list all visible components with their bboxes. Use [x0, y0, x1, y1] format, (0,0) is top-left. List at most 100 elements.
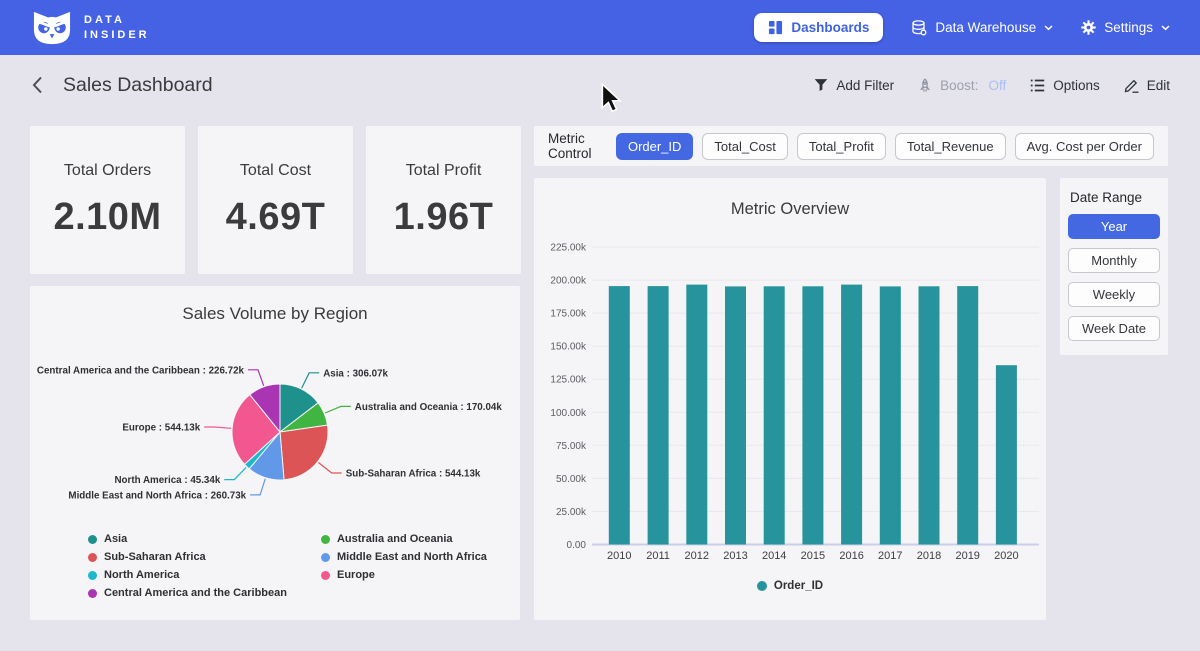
legend-item-europe[interactable]: Europe	[321, 569, 487, 581]
legend-label: Central America and the Caribbean	[104, 587, 287, 599]
back-button[interactable]	[30, 74, 45, 96]
top-nav: DATA INSIDER Dashboards	[0, 0, 1200, 55]
pie-label-north-america: North America : 45.34k	[114, 475, 220, 486]
pie-chart: Asia : 306.07k Australia and Oceania : 17…	[30, 334, 520, 534]
date-range-button-weekly[interactable]: Weekly	[1068, 282, 1160, 307]
data-warehouse-menu[interactable]: Data Warehouse	[911, 20, 1053, 36]
x-axis-tick: 2020	[994, 550, 1018, 562]
bar-2020[interactable]	[996, 365, 1017, 544]
legend-item-middle-east-and-north-africa[interactable]: Middle East and North Africa	[321, 551, 487, 563]
dashboards-label: Dashboards	[791, 20, 869, 35]
metric-button-avg-cost-per-order[interactable]: Avg. Cost per Order	[1015, 133, 1154, 160]
bar-2015[interactable]	[802, 286, 823, 544]
y-axis-tick: 50.00k	[556, 474, 587, 485]
date-range-button-week-date[interactable]: Week Date	[1068, 316, 1160, 341]
y-axis-tick: 0.00	[567, 540, 587, 551]
pie-label-europe: Europe : 544.13k	[122, 423, 200, 434]
kpi-value: 4.69T	[226, 196, 326, 239]
options-button[interactable]: Options	[1030, 78, 1100, 93]
bar-2014[interactable]	[764, 286, 785, 544]
y-axis-tick: 100.00k	[550, 408, 587, 419]
edit-label: Edit	[1147, 78, 1170, 93]
pie-label-central-america-and-the-caribbean: Central America and the Caribbean : 226.…	[37, 365, 245, 376]
legend-dot	[321, 535, 330, 544]
legend-dot	[321, 553, 330, 562]
legend-label: Middle East and North Africa	[337, 551, 487, 563]
boost-label: Boost:	[940, 78, 978, 93]
pie-slice-sub-saharan-africa[interactable]	[280, 425, 328, 480]
edit-button[interactable]: Edit	[1124, 78, 1170, 93]
kpi-label: Total Cost	[240, 162, 311, 180]
legend-dot	[88, 535, 97, 544]
bar-2019[interactable]	[957, 286, 978, 544]
x-axis-tick: 2016	[839, 550, 863, 562]
metric-button-total-revenue[interactable]: Total_Revenue	[895, 133, 1006, 160]
boost-toggle[interactable]: Boost:Off	[918, 78, 1006, 93]
legend-item-australia-and-oceania[interactable]: Australia and Oceania	[321, 533, 487, 545]
kpi-value: 2.10M	[53, 196, 161, 239]
x-axis-tick: 2015	[801, 550, 825, 562]
settings-label: Settings	[1104, 20, 1153, 35]
date-range-button-group: Year Monthly Weekly Week Date	[1068, 214, 1160, 341]
y-axis-tick: 225.00k	[550, 243, 587, 254]
gear-icon	[1081, 20, 1096, 35]
date-range-button-year[interactable]: Year	[1068, 214, 1160, 239]
bar-2010[interactable]	[609, 286, 630, 544]
bar-2013[interactable]	[725, 286, 746, 544]
legend-label: North America	[104, 569, 179, 581]
legend-dot	[321, 571, 330, 580]
legend-item-central-america-and-the-caribbean[interactable]: Central America and the Caribbean	[88, 587, 287, 599]
chevron-left-icon	[32, 76, 43, 94]
bar-2016[interactable]	[841, 285, 862, 545]
metric-control-bar: Metric Control Order_ID Total_Cost Total_P…	[534, 126, 1168, 166]
pie-leader-line	[204, 427, 231, 428]
x-axis-tick: 2017	[878, 550, 902, 562]
dashboard-grid-icon	[768, 20, 783, 35]
metric-button-order-id[interactable]: Order_ID	[616, 133, 693, 160]
bar-2012[interactable]	[686, 285, 707, 545]
kpi-label: Total Profit	[406, 162, 482, 180]
legend-item-order-id[interactable]: Order_ID	[757, 580, 823, 592]
pencil-icon	[1124, 78, 1139, 93]
add-filter-label: Add Filter	[836, 78, 894, 93]
date-range-button-monthly[interactable]: Monthly	[1068, 248, 1160, 273]
filter-icon	[814, 78, 828, 92]
bar-chart-title: Metric Overview	[534, 178, 1046, 219]
pie-label-australia-and-oceania: Australia and Oceania : 170.04k	[355, 402, 503, 413]
kpi-card-total-profit: Total Profit 1.96T	[366, 126, 521, 274]
legend-item-sub-saharan-africa[interactable]: Sub-Saharan Africa	[88, 551, 287, 563]
sales-volume-card: Sales Volume by Region Asia : 306.07k Aus…	[30, 286, 520, 620]
top-nav-menu: Dashboards Data Warehouse	[754, 13, 1170, 42]
y-axis-tick: 200.00k	[550, 276, 587, 287]
legend-item-north-america[interactable]: North America	[88, 569, 287, 581]
settings-menu[interactable]: Settings	[1081, 20, 1170, 35]
page: DATA INSIDER Dashboards	[0, 0, 1200, 651]
pie-label-middle-east-and-north-africa: Middle East and North Africa : 260.73k	[68, 490, 246, 501]
legend-item-asia[interactable]: Asia	[88, 533, 287, 545]
page-header: Sales Dashboard Add Filter Boost:Off	[0, 55, 1200, 115]
add-filter-button[interactable]: Add Filter	[814, 78, 894, 93]
bar-chart: 0.0025.00k50.00k75.00k100.00k125.00k150.…	[534, 233, 1046, 573]
bar-2018[interactable]	[919, 286, 940, 544]
pie-label-asia: Asia : 306.07k	[323, 368, 388, 379]
bar-2017[interactable]	[880, 286, 901, 544]
pie-leader-line	[224, 467, 246, 479]
dashboards-button[interactable]: Dashboards	[754, 13, 883, 42]
options-label: Options	[1053, 78, 1100, 93]
brand[interactable]: DATA INSIDER	[30, 9, 150, 47]
pie-leader-line	[318, 463, 341, 474]
legend-label: Australia and Oceania	[337, 533, 453, 545]
metric-button-total-cost[interactable]: Total_Cost	[702, 133, 787, 160]
x-axis-tick: 2011	[646, 550, 670, 562]
pie-chart-title: Sales Volume by Region	[30, 286, 520, 324]
legend-label: Europe	[337, 569, 375, 581]
data-warehouse-label: Data Warehouse	[935, 20, 1036, 35]
pie-leader-line	[325, 406, 351, 413]
bar-chart-legend: Order_ID	[534, 580, 1046, 592]
metric-button-total-profit[interactable]: Total_Profit	[797, 133, 886, 160]
bar-2011[interactable]	[648, 286, 669, 544]
metric-control-label: Metric Control	[548, 131, 602, 161]
list-icon	[1030, 79, 1045, 92]
pie-legend-column: Australia and Oceania Middle East and Nor…	[321, 533, 487, 599]
y-axis-tick: 150.00k	[550, 342, 587, 353]
